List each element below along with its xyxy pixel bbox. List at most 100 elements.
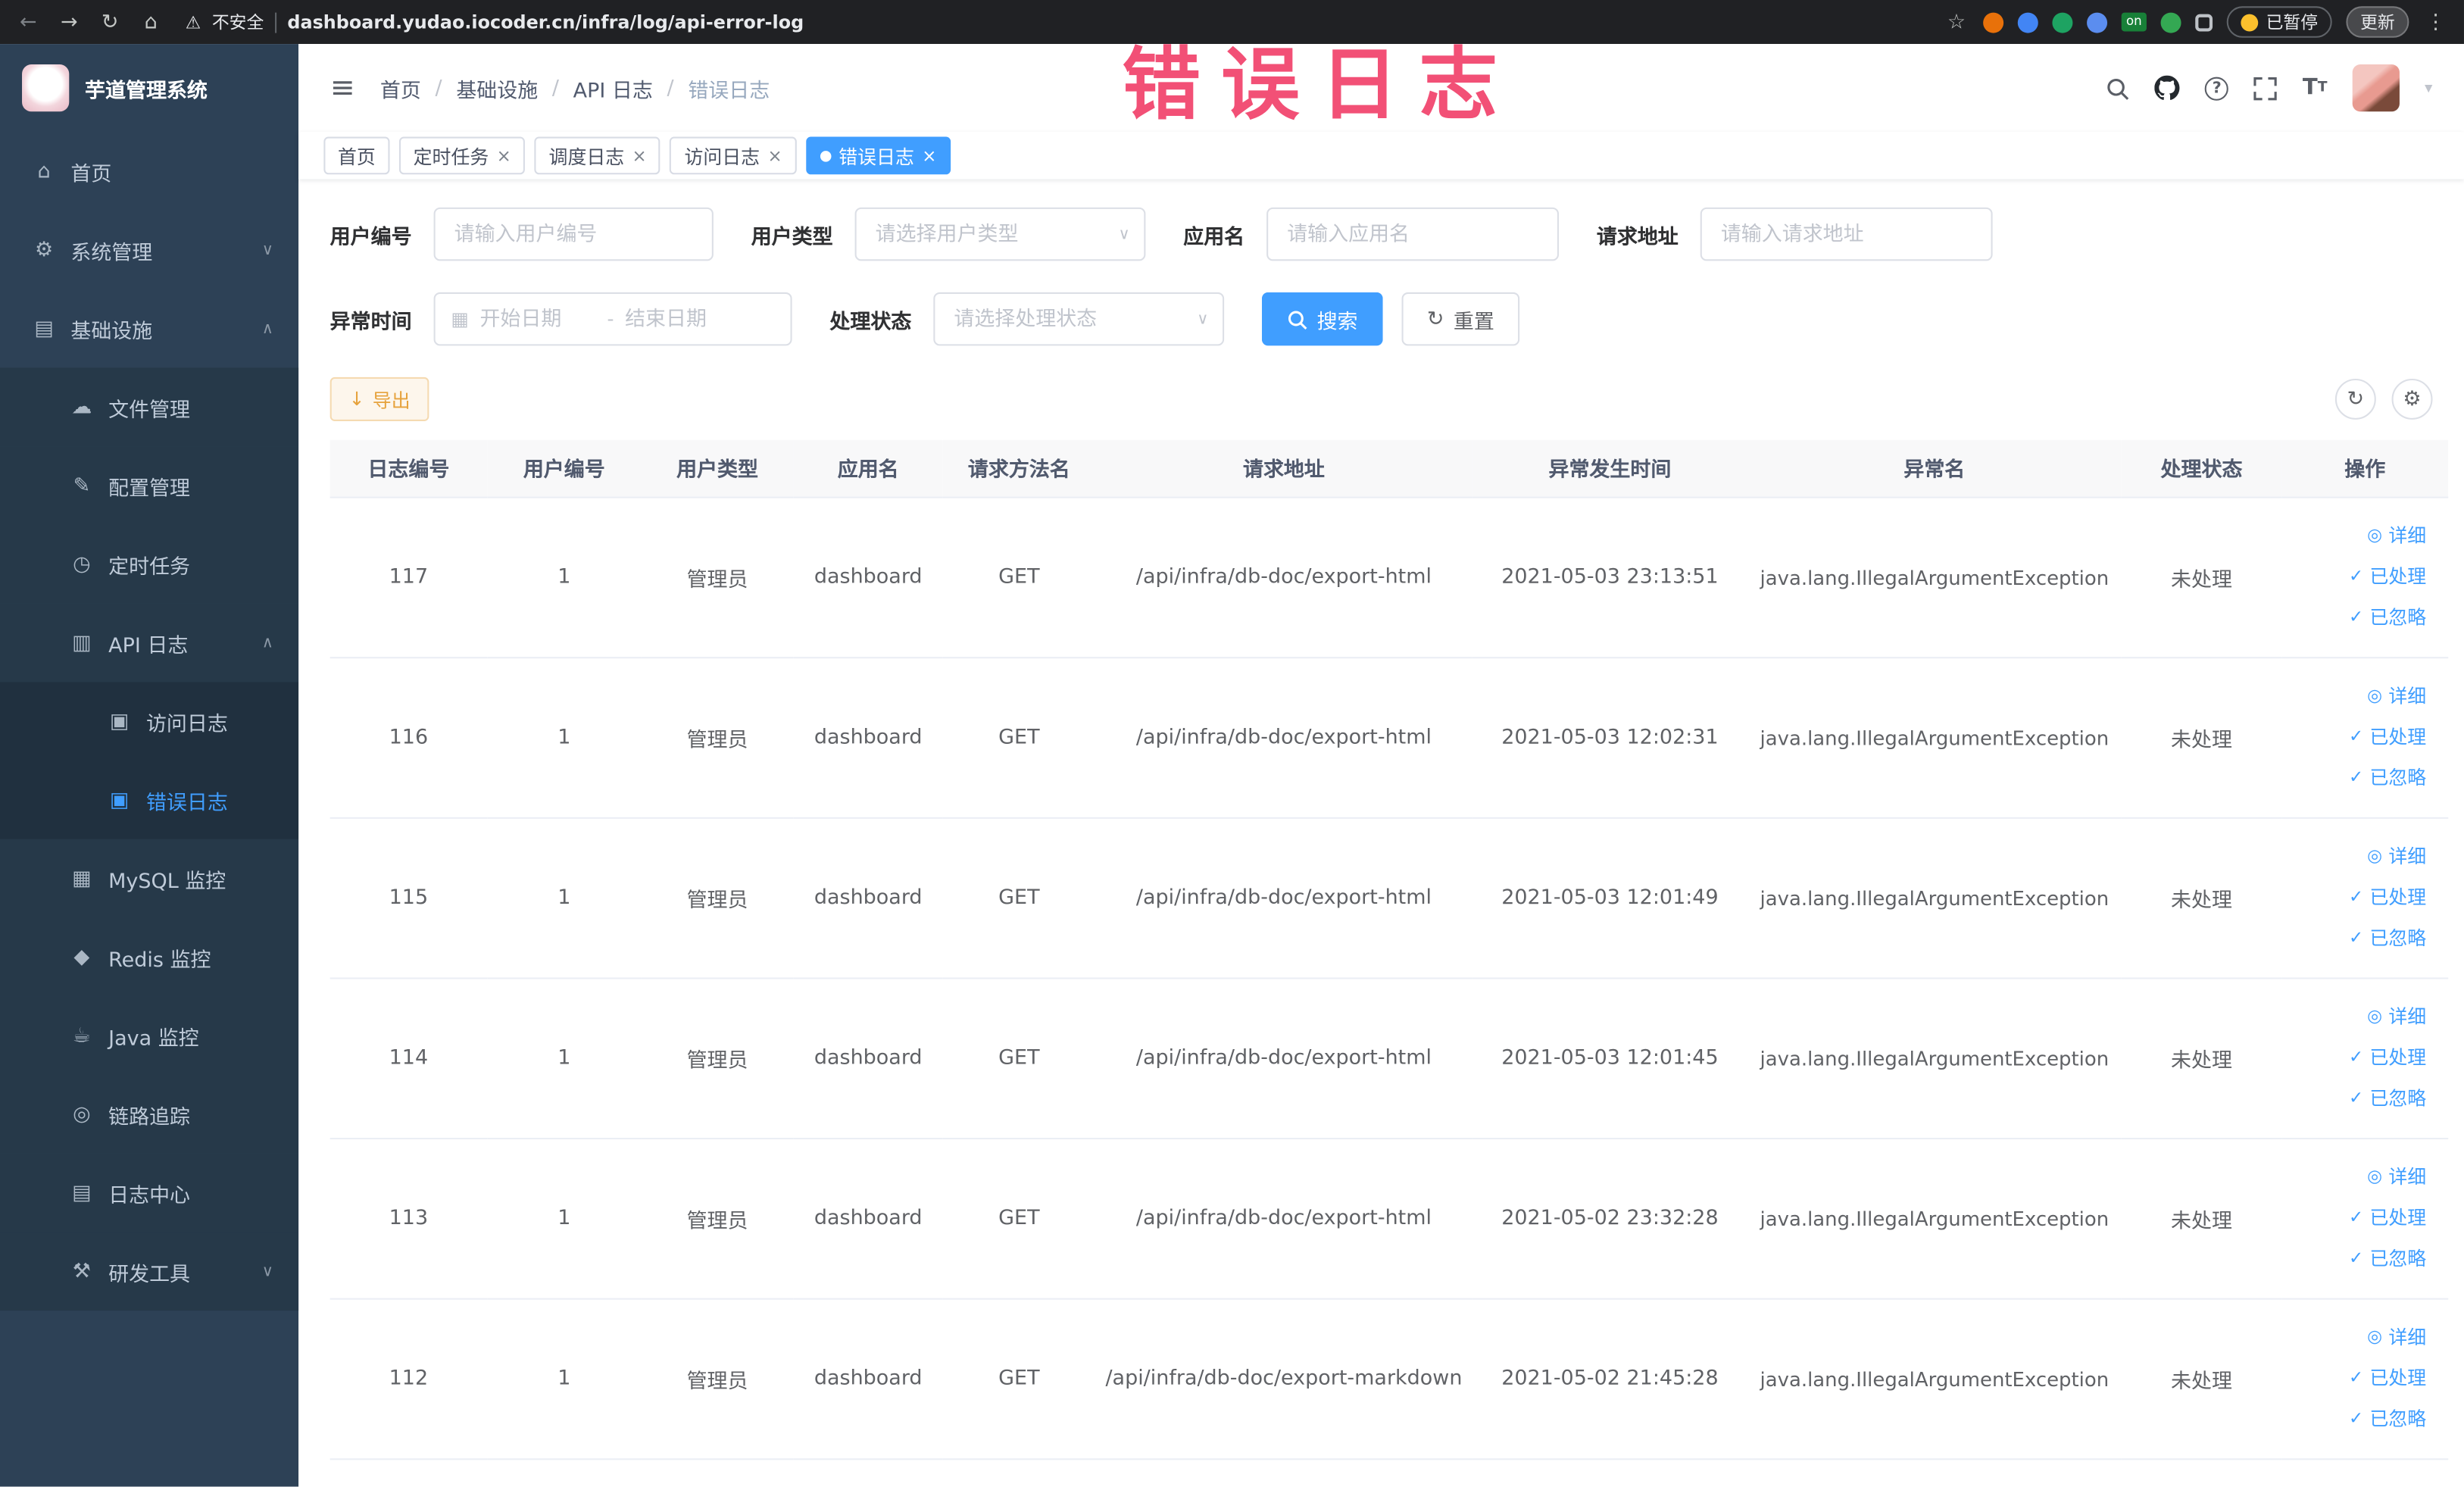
detail-link[interactable]: ◎ 详细 <box>2367 517 2426 555</box>
paused-badge[interactable]: 已暂停 <box>2226 6 2332 38</box>
mark-processed-link[interactable]: ✓ 已处理 <box>2349 558 2426 595</box>
browser-menu-icon[interactable]: ⋮ <box>2423 10 2448 33</box>
back-icon[interactable]: ← <box>16 10 41 33</box>
date-range-picker[interactable]: ▦ - <box>433 292 792 346</box>
cell-log-id: 113 <box>329 1138 488 1299</box>
sidebar-item-error-logs[interactable]: ▣ 错误日志 <box>0 761 299 839</box>
sidebar-item-infrastructure[interactable]: ▤ 基础设施 ∧ <box>0 289 298 368</box>
close-icon[interactable]: × <box>497 145 511 166</box>
update-label: 更新 <box>2360 12 2395 33</box>
sidebar-item-home[interactable]: ⌂ 首页 <box>0 132 298 211</box>
mark-processed-link[interactable]: ✓ 已处理 <box>2349 1039 2426 1076</box>
vpn-on-badge[interactable]: on <box>2121 13 2147 32</box>
tab-schedule-logs[interactable]: 调度日志 × <box>534 136 661 175</box>
sidebar-item-mysql-monitor[interactable]: ▦ MySQL 监控 <box>0 839 299 918</box>
close-icon[interactable]: × <box>632 145 647 166</box>
logo[interactable]: 芋道管理系统 <box>0 44 298 132</box>
extension-icon[interactable] <box>2160 11 2181 33</box>
reload-icon[interactable]: ↻ <box>98 10 123 33</box>
sidebar-item-dev-tools[interactable]: ⚒ 研发工具 ∨ <box>0 1232 299 1311</box>
mark-processed-link[interactable]: ✓ 已处理 <box>2349 1199 2426 1237</box>
extension-icon[interactable] <box>2052 11 2073 33</box>
mark-ignored-link[interactable]: ✓ 已忽略 <box>2349 920 2426 957</box>
document-icon: ▥ <box>72 630 92 655</box>
cell-status: 未处理 <box>2121 657 2282 818</box>
breadcrumb-item-infrastructure[interactable]: 基础设施 <box>456 73 538 103</box>
cell-request-url: /api/infra/db-doc/export-html <box>1095 657 1472 818</box>
extension-icon[interactable] <box>1983 11 2004 33</box>
mark-ignored-link[interactable]: ✓ 已忽略 <box>2349 1240 2426 1278</box>
github-icon[interactable] <box>2154 75 2181 101</box>
sidebar-item-label: MySQL 监控 <box>108 870 226 894</box>
extensions-puzzle-icon[interactable] <box>2195 13 2213 31</box>
sidebar-item-config-management[interactable]: ✎ 配置管理 <box>0 446 299 525</box>
cell-user-id: 1 <box>487 657 642 818</box>
sidebar-item-system-management[interactable]: ⚙ 系统管理 ∨ <box>0 211 298 289</box>
mark-ignored-link[interactable]: ✓ 已忽略 <box>2349 759 2426 797</box>
sidebar-item-api-logs[interactable]: ▥ API 日志 ∧ <box>0 603 299 683</box>
export-button[interactable]: ↓ 导出 <box>329 376 429 421</box>
end-date-input[interactable] <box>625 307 742 331</box>
user-id-input[interactable] <box>433 207 714 261</box>
help-icon[interactable]: ? <box>2205 76 2229 100</box>
sidebar-item-label: 首页 <box>70 162 112 186</box>
request-url-input[interactable] <box>1700 207 1993 261</box>
tab-home[interactable]: 首页 <box>323 136 390 175</box>
mark-processed-link[interactable]: ✓ 已处理 <box>2349 1360 2426 1398</box>
extension-icon[interactable] <box>2017 11 2038 33</box>
mark-ignored-link[interactable]: ✓ 已忽略 <box>2349 1400 2426 1438</box>
home-icon[interactable]: ⌂ <box>139 10 164 33</box>
detail-link[interactable]: ◎ 详细 <box>2367 1319 2426 1357</box>
fullscreen-icon[interactable] <box>2253 77 2278 100</box>
app-name-input[interactable] <box>1266 207 1560 261</box>
caret-down-icon[interactable]: ▾ <box>2425 80 2432 97</box>
mark-processed-link[interactable]: ✓ 已处理 <box>2349 879 2426 917</box>
address-bar[interactable]: ⚠ 不安全 dashboard.yudao.iocoder.cn/infra/l… <box>186 9 1928 34</box>
search-icon[interactable] <box>2106 77 2130 100</box>
sidebar-item-java-monitor[interactable]: ☕ Java 监控 <box>0 996 299 1076</box>
avatar[interactable] <box>2352 64 2400 112</box>
tab-access-logs[interactable]: 访问日志 × <box>670 136 797 175</box>
start-date-input[interactable] <box>479 307 597 331</box>
forward-icon[interactable]: → <box>57 10 82 33</box>
col-request-url: 请求地址 <box>1095 439 1472 498</box>
mark-processed-link[interactable]: ✓ 已处理 <box>2349 718 2426 756</box>
sidebar-item-access-logs[interactable]: ▣ 访问日志 <box>0 682 299 761</box>
sidebar-item-redis-monitor[interactable]: ◆ Redis 监控 <box>0 917 299 997</box>
breadcrumb-item-api-logs[interactable]: API 日志 <box>573 73 653 103</box>
table-header-row: 日志编号 用户编号 用户类型 应用名 请求方法名 请求地址 异常发生时间 异常名… <box>329 439 2449 498</box>
detail-link[interactable]: ◎ 详细 <box>2367 838 2426 876</box>
hamburger-icon[interactable]: ≡ <box>330 70 355 105</box>
detail-link[interactable]: ◎ 详细 <box>2367 998 2426 1036</box>
tab-scheduled-tasks[interactable]: 定时任务 × <box>398 136 526 175</box>
bookmark-star-icon[interactable]: ☆ <box>1944 10 1969 33</box>
sidebar-item-log-center[interactable]: ▤ 日志中心 <box>0 1153 299 1232</box>
cell-method: GET <box>942 817 1096 979</box>
reset-button[interactable]: ↻ 重置 <box>1401 292 1520 346</box>
column-settings-button[interactable]: ⚙ <box>2391 378 2433 420</box>
eye-icon: ◎ <box>2367 1005 2383 1026</box>
update-button[interactable]: 更新 <box>2346 6 2409 38</box>
viewport: ← → ↻ ⌂ ⚠ 不安全 dashboard.yudao.iocoder.cn… <box>0 0 2464 1487</box>
process-status-select[interactable] <box>933 292 1225 346</box>
mark-ignored-link[interactable]: ✓ 已忽略 <box>2349 1079 2426 1117</box>
detail-link[interactable]: ◎ 详细 <box>2367 677 2426 715</box>
search-button-label: 搜索 <box>1316 310 1358 334</box>
refresh-table-button[interactable]: ↻ <box>2334 378 2376 420</box>
mark-ignored-link[interactable]: ✓ 已忽略 <box>2349 598 2426 636</box>
extension-icon[interactable] <box>2087 11 2108 33</box>
sidebar-item-scheduled-tasks[interactable]: ◷ 定时任务 <box>0 524 299 604</box>
request-url-label: 请求地址 <box>1596 225 1679 249</box>
close-icon[interactable]: × <box>767 145 782 166</box>
user-type-select[interactable] <box>854 207 1146 261</box>
close-icon[interactable]: × <box>922 145 936 166</box>
tab-error-logs[interactable]: 错误日志 × <box>805 136 951 175</box>
security-label: 不安全 <box>211 12 264 33</box>
font-size-icon[interactable]: TT <box>2303 76 2328 101</box>
detail-link[interactable]: ◎ 详细 <box>2367 1158 2426 1196</box>
sidebar-item-tracing[interactable]: ◎ 链路追踪 <box>0 1075 299 1154</box>
breadcrumb-item-home[interactable]: 首页 <box>380 73 421 103</box>
sidebar-item-file-management[interactable]: ☁ 文件管理 <box>0 367 299 447</box>
search-button[interactable]: 搜索 <box>1261 292 1383 346</box>
cell-log-id: 115 <box>329 817 488 979</box>
